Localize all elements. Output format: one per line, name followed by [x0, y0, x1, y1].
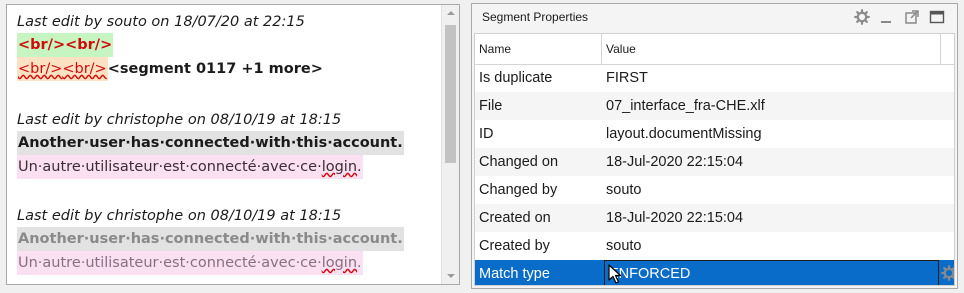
target-part: Un·autre·utilisateur·est·connecté·avec·c…: [18, 255, 322, 271]
source-line: Another·user·has·connected·with·this·acc…: [17, 131, 404, 155]
tag: <br/>: [62, 61, 107, 77]
edit-info: Last edit by christophe on 08/10/19 at 1…: [17, 112, 342, 128]
table-row[interactable]: File 07_interface_fra-CHE.xlf: [475, 92, 954, 120]
property-name: Created by: [479, 238, 550, 254]
column-header-value[interactable]: Value: [606, 34, 636, 64]
target-line: Un·autre·utilisateur·est·connecté·avec·c…: [17, 155, 404, 179]
target-text: Un·autre·utilisateur·est·connecté·avec·c…: [17, 251, 363, 275]
source-line: Another·user·has·connected·with·this·acc…: [17, 227, 404, 251]
property-value: 18-Jul-2020 22:15:04: [606, 210, 744, 226]
edit-info: Last edit by souto on 18/07/20 at 22:15: [17, 14, 305, 30]
vertical-scrollbar[interactable]: [441, 5, 459, 284]
property-name: Is duplicate: [479, 70, 553, 86]
property-name: ID: [479, 126, 494, 142]
panel-title: Segment Properties: [482, 10, 589, 24]
properties-table: Name Value Is duplicate FIRST File 07_in…: [474, 33, 955, 286]
property-name: Match type: [479, 266, 550, 282]
property-value: souto: [606, 182, 642, 198]
segment-editor[interactable]: Last edit by souto on 18/07/20 at 22:15 …: [6, 4, 460, 285]
table-row[interactable]: Changed on 18-Jul-2020 22:15:04: [475, 148, 954, 176]
table-row[interactable]: Created by souto: [475, 232, 954, 260]
gear-icon[interactable]: [941, 265, 955, 281]
tag: <br/>: [18, 61, 63, 77]
target-part: .: [357, 159, 362, 175]
scroll-thumb[interactable]: [445, 25, 456, 163]
segment-block[interactable]: Last edit by christophe on 08/10/19 at 1…: [17, 205, 404, 275]
table-header: Name Value: [475, 34, 954, 65]
property-name: Changed on: [479, 154, 559, 170]
column-header-name[interactable]: Name: [479, 34, 511, 64]
maximize-icon[interactable]: [929, 9, 945, 25]
property-name: Changed by: [479, 182, 558, 198]
segment-block[interactable]: Last edit by souto on 18/07/20 at 22:15 …: [17, 11, 323, 81]
property-value: layout.documentMissing: [606, 126, 762, 142]
target-line: Un·autre·utilisateur·est·connecté·avec·c…: [17, 251, 404, 275]
source-line: <br/><br/>: [17, 33, 323, 57]
segment-properties-panel: Segment Properties Name Value Is duplica…: [471, 3, 958, 289]
external-window-icon[interactable]: [904, 9, 920, 25]
property-value: 18-Jul-2020 22:15:04: [606, 154, 744, 170]
table-row[interactable]: Created on 18-Jul-2020 22:15:04: [475, 204, 954, 232]
column-divider[interactable]: [940, 34, 941, 64]
table-row[interactable]: Changed by souto: [475, 176, 954, 204]
source-text: Another·user·has·connected·with·this·acc…: [17, 227, 404, 251]
mouse-cursor-icon: [608, 264, 622, 284]
target-text: Un·autre·utilisateur·est·connecté·avec·c…: [17, 155, 363, 179]
panel-header: Segment Properties: [472, 4, 957, 32]
property-name: Created on: [479, 210, 551, 226]
target-line: <br/><br/><segment 0117 +1 more>: [17, 57, 323, 81]
table-row-selected[interactable]: Match type ENFORCED: [475, 260, 955, 285]
segment-block[interactable]: Last edit by christophe on 08/10/19 at 1…: [17, 109, 404, 179]
property-value: souto: [606, 238, 642, 254]
column-divider[interactable]: [601, 34, 602, 64]
property-value: FIRST: [606, 70, 648, 86]
scroll-up-icon[interactable]: [442, 6, 459, 20]
edit-info: Last edit by christophe on 08/10/19 at 1…: [17, 208, 342, 224]
match-type-editor[interactable]: ENFORCED: [604, 260, 939, 285]
gear-icon[interactable]: [854, 9, 870, 25]
table-row[interactable]: ID layout.documentMissing: [475, 120, 954, 148]
scroll-down-icon[interactable]: [442, 269, 459, 283]
editor-content: Last edit by souto on 18/07/20 at 22:15 …: [7, 5, 453, 284]
source-text: Another·user·has·connected·with·this·acc…: [17, 131, 404, 155]
misspelled-word: login: [321, 255, 358, 271]
target-part: Un·autre·utilisateur·est·connecté·avec·c…: [18, 159, 322, 175]
segment-reference: <segment 0117 +1 more>: [107, 61, 323, 77]
property-value: 07_interface_fra-CHE.xlf: [606, 98, 765, 114]
minimize-icon[interactable]: [878, 9, 894, 25]
target-part: .: [357, 255, 362, 271]
table-row[interactable]: Is duplicate FIRST: [475, 64, 954, 92]
property-name: File: [479, 98, 503, 114]
green-tags: <br/><br/>: [17, 33, 114, 57]
misspelled-word: login: [321, 159, 358, 175]
orange-tags: <br/><br/>: [17, 57, 108, 81]
